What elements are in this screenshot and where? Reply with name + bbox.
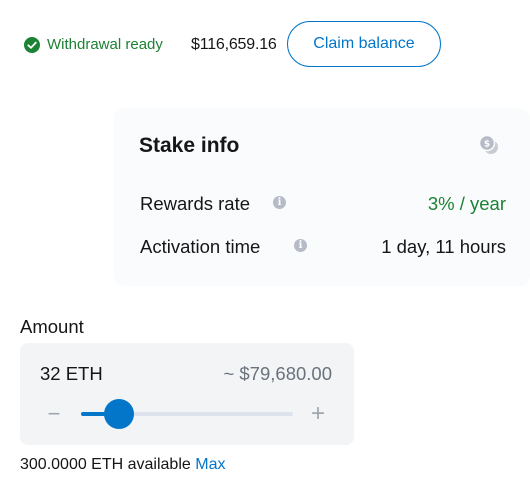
withdrawal-status: Withdrawal ready: [47, 36, 163, 53]
info-icon[interactable]: i: [273, 196, 286, 209]
available-balance-text: 300.0000 ETH available: [20, 456, 191, 473]
decrease-amount-button[interactable]: −: [44, 403, 64, 425]
amount-input-card[interactable]: [20, 343, 354, 445]
claim-balance-button[interactable]: Claim balance: [287, 21, 441, 67]
activation-time-label: Activation time: [140, 236, 261, 257]
rewards-rate-label: Rewards rate: [140, 193, 251, 214]
max-button[interactable]: Max: [195, 456, 225, 473]
withdrawal-amount: $116,659.16: [191, 36, 277, 53]
rewards-rate-value: 3% / year: [427, 193, 506, 214]
info-icon[interactable]: i: [294, 239, 307, 252]
coins-icon[interactable]: $: [478, 134, 499, 155]
increase-amount-button[interactable]: +: [307, 402, 329, 426]
withdrawal-banner: Withdrawal ready $116,659.16 Claim balan…: [0, 0, 462, 92]
svg-text:$: $: [484, 140, 490, 150]
amount-label: Amount: [20, 316, 84, 337]
amount-slider-thumb[interactable]: [104, 399, 135, 429]
available-balance: 300.0000 ETH available Max: [20, 455, 225, 475]
check-circle-icon: [24, 37, 40, 53]
activation-time-value: 1 day, 11 hours: [381, 236, 506, 257]
amount-fiat-value: ~ $79,680.00: [223, 363, 332, 384]
stake-info-title: Stake info: [139, 134, 240, 157]
amount-value[interactable]: 32 ETH: [40, 363, 103, 385]
